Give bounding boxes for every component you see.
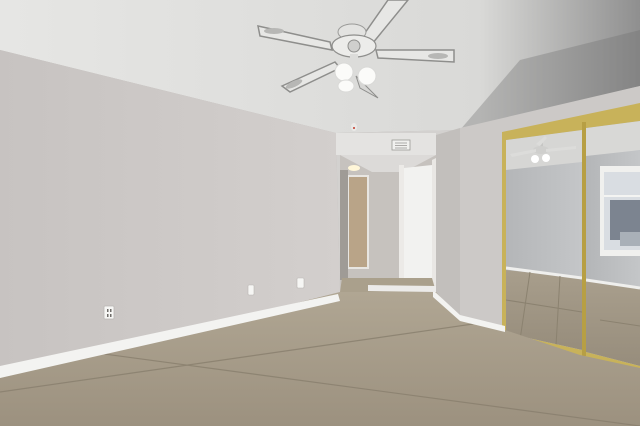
hallway-door <box>348 176 368 268</box>
light-switch-icon <box>247 284 255 296</box>
soffit <box>336 133 436 155</box>
open-door <box>404 165 432 287</box>
right-wall <box>436 128 460 318</box>
outlet-icon <box>296 277 305 289</box>
air-vent-icon <box>391 139 411 151</box>
mirror-closet <box>502 103 640 372</box>
outlet-icon <box>103 305 115 320</box>
hallway-light <box>348 165 360 171</box>
smoke-detector-icon <box>351 123 357 131</box>
room-photo <box>0 0 640 426</box>
room-illustration <box>0 0 640 426</box>
